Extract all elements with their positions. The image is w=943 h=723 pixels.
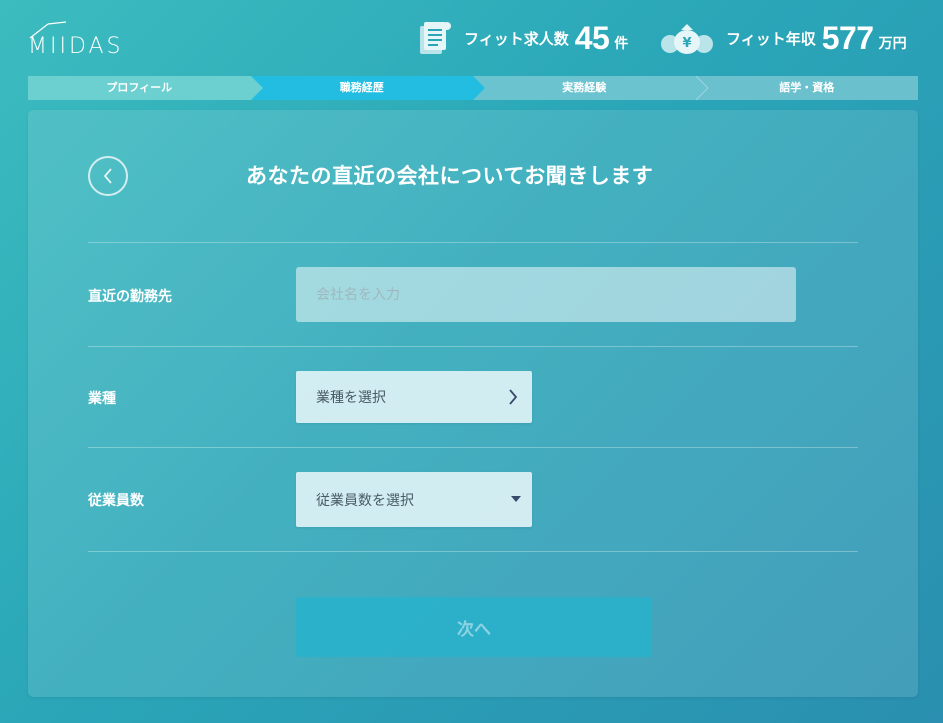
divider xyxy=(88,346,858,347)
divider xyxy=(88,242,858,243)
fit-jobs-unit: 件 xyxy=(614,36,629,52)
company-input[interactable] xyxy=(296,267,796,322)
caret-down-icon xyxy=(511,496,521,502)
header: MIIDAS フィット求人数 45 件 ¥ フィット年収 577 万円 xyxy=(0,0,943,75)
svg-text:¥: ¥ xyxy=(682,36,691,51)
company-label: 直近の勤務先 xyxy=(88,289,172,305)
document-icon xyxy=(420,22,451,54)
next-button[interactable]: 次へ xyxy=(296,597,652,657)
step-arrow xyxy=(473,76,485,100)
step-experience: 実務経験 xyxy=(473,76,709,100)
chevron-right-icon xyxy=(509,389,518,405)
divider xyxy=(88,447,858,448)
step-label: 実務経験 xyxy=(562,81,607,94)
fit-salary: ¥ フィット年収 577 万円 xyxy=(660,18,907,58)
chevron-left-icon xyxy=(103,168,112,184)
fit-jobs-count: フィット求人数 45 件 xyxy=(418,18,628,58)
industry-label: 業種 xyxy=(88,391,116,407)
industry-select-value: 業種を選択 xyxy=(316,390,386,406)
step-separator xyxy=(695,76,709,100)
step-language: 語学・資格 xyxy=(695,76,918,100)
money-bag-icon: ¥ xyxy=(661,24,713,54)
fit-jobs-label: フィット求人数 xyxy=(464,29,569,48)
step-arrow xyxy=(250,76,263,100)
form-card: あなたの直近の会社についてお聞きします 直近の勤務先 業種 業種を選択 従業員数… xyxy=(28,110,918,697)
step-label: 語学・資格 xyxy=(779,81,835,94)
step-career: 職務経歴 xyxy=(250,76,485,100)
employees-label: 従業員数 xyxy=(88,493,144,509)
fit-salary-unit: 万円 xyxy=(878,36,907,52)
fit-salary-value: 577 xyxy=(821,19,874,56)
fit-salary-label: フィット年収 xyxy=(726,29,816,48)
employees-select-value: 従業員数を選択 xyxy=(316,492,414,509)
industry-select-button[interactable]: 業種を選択 xyxy=(296,371,532,423)
divider xyxy=(88,551,858,552)
page-title: あなたの直近の会社についてお聞きします xyxy=(246,164,654,188)
back-button[interactable] xyxy=(88,156,128,196)
step-label: 職務経歴 xyxy=(339,81,384,94)
step-label: プロフィール xyxy=(106,81,173,94)
logo-text: MIIDAS xyxy=(28,34,124,59)
miidas-logo[interactable]: MIIDAS xyxy=(28,20,148,60)
fit-jobs-value: 45 xyxy=(574,19,610,56)
employees-select[interactable]: 従業員数を選択 xyxy=(296,472,532,527)
progress-steps: プロフィール 職務経歴 実務経験 語学・資格 xyxy=(28,76,918,100)
step-profile: プロフィール xyxy=(28,76,263,100)
